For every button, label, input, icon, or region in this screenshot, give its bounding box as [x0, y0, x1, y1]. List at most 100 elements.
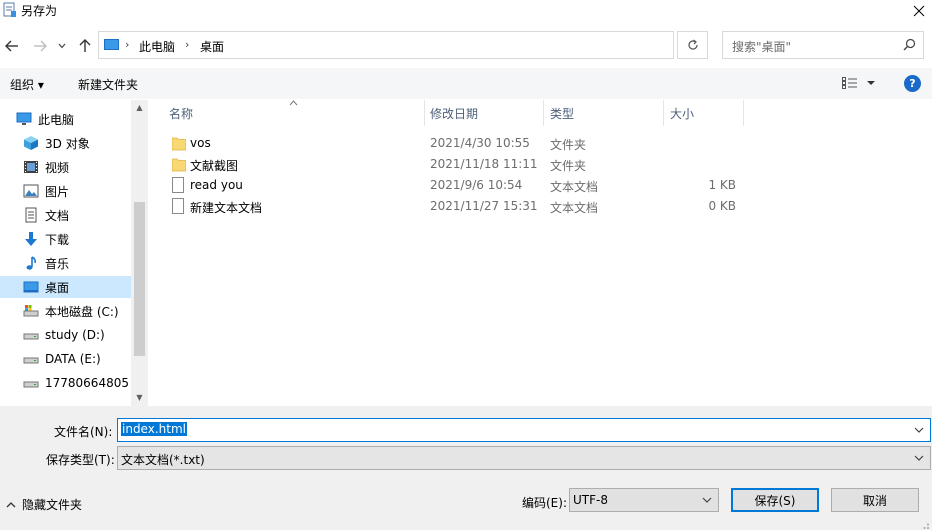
text-file-icon	[172, 198, 184, 214]
breadcrumb-separator: ›	[125, 38, 130, 51]
nav-scrollbar[interactable]: ▲ ▼	[131, 100, 148, 406]
new-folder-button[interactable]: 新建文件夹	[78, 76, 138, 93]
save-as-icon	[3, 2, 16, 17]
scroll-down-icon[interactable]: ▼	[134, 393, 145, 403]
file-type: 文件夹	[550, 159, 587, 173]
file-type: 文本文档	[550, 180, 599, 194]
file-row[interactable]: vos 2021/4/30 10:55 文件夹	[148, 133, 932, 154]
filename-value: index.html	[121, 422, 187, 436]
nav-item-drive-c[interactable]: 本地磁盘 (C:)	[0, 300, 131, 322]
search-input[interactable]: 搜索"桌面"	[722, 31, 924, 59]
chevron-down-icon	[58, 43, 66, 49]
picture-icon	[23, 184, 39, 198]
download-icon	[25, 232, 37, 246]
help-button[interactable]: ?	[904, 75, 921, 92]
cancel-button[interactable]: 取消	[831, 488, 919, 512]
nav-item-label: study (D:)	[45, 328, 105, 342]
nav-item-documents[interactable]: 文档	[0, 204, 131, 226]
search-icon	[903, 38, 916, 51]
refresh-icon	[687, 39, 698, 50]
column-header-name[interactable]: 名称	[169, 100, 424, 126]
nav-item-videos[interactable]: 视频	[0, 156, 131, 178]
breadcrumb-separator: ›	[185, 38, 190, 51]
pc-icon	[104, 39, 119, 50]
caret-down-icon	[867, 81, 875, 85]
nav-item-pictures[interactable]: 图片	[0, 180, 131, 202]
nav-item-label: 音乐	[45, 256, 70, 271]
file-list: 名称 修改日期 类型 大小 vos 2021/4/30 10:55 文件夹 文献…	[148, 100, 932, 406]
resize-grip-icon[interactable]	[920, 520, 930, 530]
filename-label: 文件名(N):	[54, 425, 113, 439]
nav-item-drive-d[interactable]: study (D:)	[0, 324, 131, 346]
nav-item-label: 3D 对象	[45, 136, 90, 151]
file-type: 文本文档	[550, 201, 599, 215]
file-type: 文件夹	[550, 138, 587, 152]
chevron-down-icon	[914, 455, 924, 461]
nav-item-downloads[interactable]: 下载	[0, 228, 131, 250]
nav-item-3d-objects[interactable]: 3D 对象	[0, 132, 131, 154]
file-size: 1 KB	[708, 178, 736, 192]
music-icon	[26, 256, 36, 270]
forward-button[interactable]	[31, 37, 49, 55]
file-size: 0 KB	[708, 199, 736, 213]
arrow-up-icon	[79, 39, 91, 52]
column-divider[interactable]	[743, 100, 744, 126]
file-name: 新建文本文档	[190, 201, 263, 215]
chevron-down-icon[interactable]	[914, 423, 924, 437]
3d-objects-icon	[24, 136, 38, 150]
view-list-icon	[842, 77, 857, 89]
file-row[interactable]: read you 2021/9/6 10:54 文本文档 1 KB	[148, 175, 932, 196]
close-button[interactable]	[906, 0, 932, 22]
nav-item-music[interactable]: 音乐	[0, 252, 131, 274]
folder-icon	[172, 137, 186, 151]
column-divider[interactable]	[424, 100, 425, 126]
column-divider[interactable]	[543, 100, 544, 126]
breadcrumb-this-pc[interactable]: 此电脑	[139, 38, 175, 55]
nav-item-drive-phone[interactable]: 17780664805 (	[0, 372, 131, 394]
window-title: 另存为	[21, 4, 58, 18]
column-divider[interactable]	[663, 100, 664, 126]
drive-icon	[23, 381, 39, 388]
up-button[interactable]	[76, 37, 94, 55]
nav-item-label: 此电脑	[38, 112, 75, 127]
nav-item-drive-e[interactable]: DATA (E:)	[0, 348, 131, 370]
column-header-type[interactable]: 类型	[550, 100, 663, 126]
drive-icon	[23, 305, 39, 317]
desktop-icon	[23, 281, 39, 293]
nav-item-label: 文档	[45, 208, 70, 223]
file-name: vos	[190, 136, 211, 150]
file-row[interactable]: 新建文本文档 2021/11/27 15:31 文本文档 0 KB	[148, 196, 932, 217]
hide-folders-toggle[interactable]: 隐藏文件夹	[6, 496, 82, 513]
encoding-select[interactable]: UTF-8	[569, 488, 719, 512]
nav-item-label: 视频	[45, 160, 70, 175]
pc-icon	[16, 112, 32, 125]
filetype-value: 文本文档(*.txt)	[121, 453, 205, 467]
file-row[interactable]: 文献截图 2021/11/18 11:11 文件夹	[148, 154, 932, 175]
nav-item-desktop[interactable]: 桌面	[0, 276, 131, 298]
view-options-button[interactable]	[842, 77, 875, 89]
breadcrumb-desktop[interactable]: 桌面	[200, 38, 224, 55]
scroll-up-icon[interactable]: ▲	[134, 103, 145, 113]
filename-field[interactable]: index.html	[117, 418, 931, 442]
back-button[interactable]	[3, 37, 21, 55]
hide-folders-label: 隐藏文件夹	[22, 498, 83, 512]
encoding-value: UTF-8	[573, 493, 608, 507]
arrow-right-icon	[34, 40, 47, 52]
save-options-panel: 文件名(N): index.html 保存类型(T): 文本文档(*.txt) …	[0, 406, 932, 530]
nav-item-label: 17780664805 (	[45, 376, 131, 390]
video-icon	[24, 161, 38, 173]
file-modified: 2021/11/18 11:11	[430, 157, 538, 171]
refresh-button[interactable]	[677, 31, 708, 59]
nav-item-label: 图片	[45, 184, 70, 199]
column-header-modified[interactable]: 修改日期	[430, 100, 543, 126]
column-header-size[interactable]: 大小	[670, 100, 740, 126]
recent-locations-button[interactable]	[56, 37, 68, 55]
address-bar[interactable]: › 此电脑 › 桌面	[98, 31, 761, 59]
nav-item-this-pc[interactable]: 此电脑	[0, 108, 131, 130]
filetype-select[interactable]: 文本文档(*.txt)	[117, 446, 931, 470]
nav-item-label: 本地磁盘 (C:)	[45, 304, 119, 319]
organize-menu[interactable]: 组织 ▾	[10, 76, 44, 93]
scrollbar-thumb[interactable]	[134, 202, 145, 356]
save-button[interactable]: 保存(S)	[731, 488, 819, 512]
drive-icon	[23, 357, 39, 364]
